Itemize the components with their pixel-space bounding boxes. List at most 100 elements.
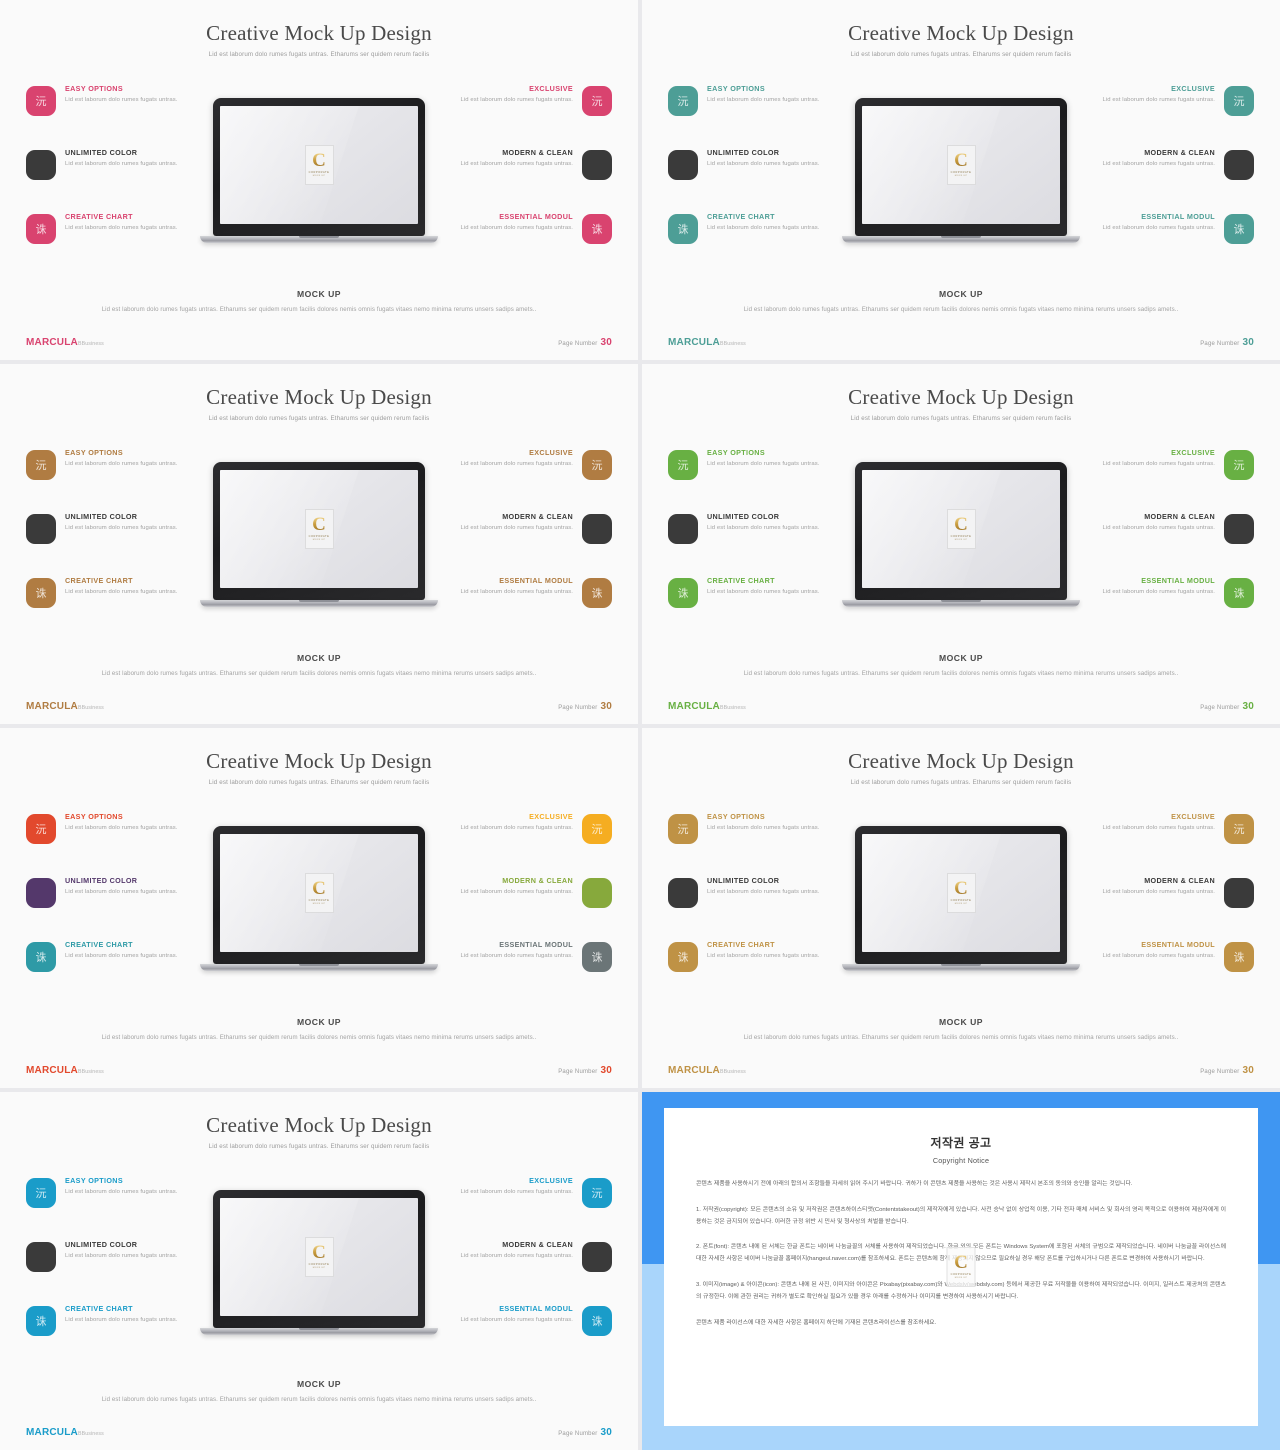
feature-heading: MODERN & CLEAN (502, 512, 573, 521)
feature-text: CREATIVE CHART Lid est laborum dolo rume… (65, 1304, 201, 1325)
feature-item-essential-modul[interactable]: 诛 ESSENTIAL MODUL Lid est laborum dolo r… (437, 212, 612, 276)
mockup-paragraph: Lid est laborum dolo rumes fugats untras… (743, 1034, 1179, 1042)
feature-description: Lid est laborum dolo rumes fugats untras… (65, 460, 178, 467)
feature-heading: ESSENTIAL MODUL (499, 1304, 573, 1313)
feature-item-unlimited-color[interactable]: UNLIMITED COLOR Lid est laborum dolo rum… (26, 512, 201, 576)
feature-heading: UNLIMITED COLOR (65, 148, 138, 157)
feature-item-exclusive[interactable]: 沅 EXCLUSIVE Lid est laborum dolo rumes f… (1079, 448, 1254, 512)
feature-heading: MODERN & CLEAN (1144, 512, 1215, 521)
mockup-heading: MOCK UP (296, 653, 342, 664)
feature-description: Lid est laborum dolo rumes fugats untras… (65, 588, 178, 595)
feature-item-modern-clean[interactable]: MODERN & CLEAN Lid est laborum dolo rume… (1079, 876, 1254, 940)
slide-blue[interactable]: Creative Mock Up Design Lid est laborum … (0, 1092, 638, 1450)
copyright-card: 저작권 공고 Copyright Notice 콘텐츠 제품을 사용하시기 전에 아… (664, 1108, 1258, 1426)
feature-item-modern-clean[interactable]: MODERN & CLEAN Lid est laborum dolo rume… (437, 148, 612, 212)
feature-item-easy-options[interactable]: 沅 EASY OPTIONS Lid est laborum dolo rume… (26, 1176, 201, 1240)
feature-badge-icon-1: 沅 (582, 814, 612, 844)
feature-column-left: 沅 EASY OPTIONS Lid est laborum dolo rume… (26, 84, 201, 276)
mockup-caption: MOCK UP Lid est laborum dolo rumes fugat… (8, 289, 630, 316)
feature-heading: MODERN & CLEAN (1144, 876, 1215, 885)
feature-item-creative-chart[interactable]: 诛 CREATIVE CHART Lid est laborum dolo ru… (26, 576, 201, 640)
page-number: 30 (600, 701, 612, 712)
logo-letter: C (954, 514, 968, 536)
feature-badge-icon-3: 诛 (582, 1306, 612, 1336)
brand-logo[interactable]: MARCULA BBusiness (668, 1065, 746, 1076)
slide-brown[interactable]: Creative Mock Up Design Lid est laborum … (0, 364, 638, 724)
feature-item-easy-options[interactable]: 沅 EASY OPTIONS Lid est laborum dolo rume… (668, 84, 843, 148)
feature-badge-icon-1: 沅 (582, 86, 612, 116)
feature-text: ESSENTIAL MODUL Lid est laborum dolo rum… (437, 1304, 573, 1325)
feature-badge-icon-1: 沅 (668, 450, 698, 480)
brand-logo[interactable]: MARCULA BBusiness (26, 1427, 104, 1438)
feature-item-exclusive[interactable]: 沅 EXCLUSIVE Lid est laborum dolo rumes f… (437, 1176, 612, 1240)
feature-item-modern-clean[interactable]: MODERN & CLEAN Lid est laborum dolo rume… (437, 876, 612, 940)
feature-badge-icon-2 (1224, 878, 1254, 908)
feature-item-modern-clean[interactable]: MODERN & CLEAN Lid est laborum dolo rume… (437, 1240, 612, 1304)
logo-line-2: MOCK UP (954, 174, 968, 177)
feature-item-essential-modul[interactable]: 诛 ESSENTIAL MODUL Lid est laborum dolo r… (437, 940, 612, 1004)
feature-item-easy-options[interactable]: 沅 EASY OPTIONS Lid est laborum dolo rume… (26, 812, 201, 876)
brand-logo[interactable]: MARCULA BBusiness (26, 337, 104, 348)
feature-item-modern-clean[interactable]: MODERN & CLEAN Lid est laborum dolo rume… (1079, 148, 1254, 212)
feature-item-creative-chart[interactable]: 诛 CREATIVE CHART Lid est laborum dolo ru… (26, 940, 201, 1004)
feature-item-creative-chart[interactable]: 诛 CREATIVE CHART Lid est laborum dolo ru… (668, 940, 843, 1004)
feature-badge-icon-2 (582, 150, 612, 180)
feature-item-easy-options[interactable]: 沅 EASY OPTIONS Lid est laborum dolo rume… (26, 448, 201, 512)
brand-logo[interactable]: MARCULA BBusiness (26, 1065, 104, 1076)
laptop-base (842, 236, 1080, 243)
slide-pink[interactable]: Creative Mock Up Design Lid est laborum … (0, 0, 638, 360)
feature-item-unlimited-color[interactable]: UNLIMITED COLOR Lid est laborum dolo rum… (26, 876, 201, 940)
slide-gold[interactable]: Creative Mock Up Design Lid est laborum … (642, 728, 1280, 1088)
feature-item-easy-options[interactable]: 沅 EASY OPTIONS Lid est laborum dolo rume… (26, 84, 201, 148)
laptop-mockup: C CORPORATE MOCK UP (842, 826, 1080, 971)
feature-text: ESSENTIAL MODUL Lid est laborum dolo rum… (1079, 212, 1215, 233)
feature-item-modern-clean[interactable]: MODERN & CLEAN Lid est laborum dolo rume… (437, 512, 612, 576)
feature-description: Lid est laborum dolo rumes fugats untras… (707, 524, 820, 531)
feature-item-unlimited-color[interactable]: UNLIMITED COLOR Lid est laborum dolo rum… (26, 148, 201, 212)
feature-item-creative-chart[interactable]: 诛 CREATIVE CHART Lid est laborum dolo ru… (668, 576, 843, 640)
feature-item-unlimited-color[interactable]: UNLIMITED COLOR Lid est laborum dolo rum… (668, 876, 843, 940)
feature-badge-icon-3: 诛 (26, 214, 56, 244)
copyright-heading: 저작권 공고 (930, 1136, 992, 1150)
feature-item-unlimited-color[interactable]: UNLIMITED COLOR Lid est laborum dolo rum… (668, 512, 843, 576)
feature-item-easy-options[interactable]: 沅 EASY OPTIONS Lid est laborum dolo rume… (668, 448, 843, 512)
feature-item-essential-modul[interactable]: 诛 ESSENTIAL MODUL Lid est laborum dolo r… (1079, 940, 1254, 1004)
brand-tagline: BBusiness (719, 1069, 746, 1075)
feature-item-essential-modul[interactable]: 诛 ESSENTIAL MODUL Lid est laborum dolo r… (1079, 576, 1254, 640)
feature-item-exclusive[interactable]: 沅 EXCLUSIVE Lid est laborum dolo rumes f… (437, 448, 612, 512)
feature-item-exclusive[interactable]: 沅 EXCLUSIVE Lid est laborum dolo rumes f… (437, 84, 612, 148)
feature-heading: EXCLUSIVE (529, 812, 573, 821)
brand-logo[interactable]: MARCULA BBusiness (668, 701, 746, 712)
laptop-lid: C CORPORATE MOCK UP (855, 98, 1067, 236)
feature-item-unlimited-color[interactable]: UNLIMITED COLOR Lid est laborum dolo rum… (26, 1240, 201, 1304)
feature-item-creative-chart[interactable]: 诛 CREATIVE CHART Lid est laborum dolo ru… (26, 1304, 201, 1368)
feature-description: Lid est laborum dolo rumes fugats untras… (65, 1316, 178, 1323)
feature-item-exclusive[interactable]: 沅 EXCLUSIVE Lid est laborum dolo rumes f… (1079, 812, 1254, 876)
slide-canvas: Creative Mock Up Design Lid est laborum … (650, 370, 1272, 720)
feature-item-creative-chart[interactable]: 诛 CREATIVE CHART Lid est laborum dolo ru… (668, 212, 843, 276)
feature-text: UNLIMITED COLOR Lid est laborum dolo rum… (65, 876, 201, 897)
feature-item-exclusive[interactable]: 沅 EXCLUSIVE Lid est laborum dolo rumes f… (1079, 84, 1254, 148)
feature-description: Lid est laborum dolo rumes fugats untras… (1102, 588, 1215, 595)
slide-teal[interactable]: Creative Mock Up Design Lid est laborum … (642, 0, 1280, 360)
feature-item-essential-modul[interactable]: 诛 ESSENTIAL MODUL Lid est laborum dolo r… (437, 576, 612, 640)
feature-item-essential-modul[interactable]: 诛 ESSENTIAL MODUL Lid est laborum dolo r… (1079, 212, 1254, 276)
slide-green[interactable]: Creative Mock Up Design Lid est laborum … (642, 364, 1280, 724)
slide-multicolor[interactable]: Creative Mock Up Design Lid est laborum … (0, 728, 638, 1088)
brand-logo[interactable]: MARCULA BBusiness (26, 701, 104, 712)
feature-text: UNLIMITED COLOR Lid est laborum dolo rum… (65, 1240, 201, 1261)
feature-item-creative-chart[interactable]: 诛 CREATIVE CHART Lid est laborum dolo ru… (26, 212, 201, 276)
feature-badge-icon-2 (26, 514, 56, 544)
feature-text: UNLIMITED COLOR Lid est laborum dolo rum… (707, 876, 843, 897)
feature-item-modern-clean[interactable]: MODERN & CLEAN Lid est laborum dolo rume… (1079, 512, 1254, 576)
page-number: 30 (600, 1065, 612, 1076)
brand-logo[interactable]: MARCULA BBusiness (668, 337, 746, 348)
feature-item-exclusive[interactable]: 沅 EXCLUSIVE Lid est laborum dolo rumes f… (437, 812, 612, 876)
feature-heading: CREATIVE CHART (65, 576, 133, 585)
feature-item-easy-options[interactable]: 沅 EASY OPTIONS Lid est laborum dolo rume… (668, 812, 843, 876)
slide-subtitle: Lid est laborum dolo rumes fugats untras… (208, 779, 430, 787)
feature-item-unlimited-color[interactable]: UNLIMITED COLOR Lid est laborum dolo rum… (668, 148, 843, 212)
laptop-lid: C CORPORATE MOCK UP (213, 98, 425, 236)
feature-item-essential-modul[interactable]: 诛 ESSENTIAL MODUL Lid est laborum dolo r… (437, 1304, 612, 1368)
brand-tagline: BBusiness (719, 341, 746, 347)
